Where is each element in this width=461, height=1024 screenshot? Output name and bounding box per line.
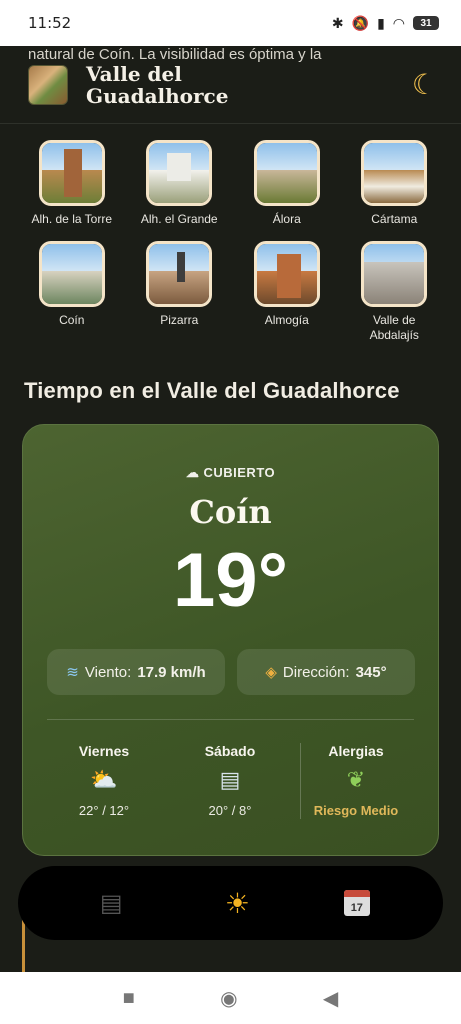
wifi-icon: ◠ <box>392 14 405 31</box>
newspaper-icon[interactable]: ▤ <box>91 889 131 918</box>
town-item[interactable]: Almogía <box>233 241 341 343</box>
article-text: natural de Coín. La visibilidad es óptim… <box>28 46 322 63</box>
sun-cloud-icon: ⛅ <box>90 767 118 792</box>
direction-pill: ◈ Dirección: 345° <box>237 649 415 695</box>
allergy-info: Alergias ❦ Riesgo Medio <box>301 743 411 818</box>
town-thumbnail[interactable] <box>253 241 320 307</box>
app-logo[interactable] <box>28 64 68 105</box>
town-name: Valle de Abdalajís <box>369 313 419 342</box>
town-item[interactable]: Pizarra <box>126 241 234 343</box>
cloud-icon: ☁ <box>185 465 200 480</box>
recents-icon[interactable]: ■ <box>123 987 135 1010</box>
wind-pill: ≋ Viento: 17.9 km/h <box>47 649 225 695</box>
town-name: Alh. el Grande <box>140 212 218 226</box>
signal-icon: ▮ <box>377 14 385 31</box>
town-name: Alh. de la Torre <box>31 212 113 226</box>
status-bar: 11:52 ✱ 🔕 ▮ ◠ 31 <box>0 0 461 46</box>
town-name: Pizarra <box>160 313 199 327</box>
bottom-nav: ▤ ☀ 17 <box>18 866 443 940</box>
app-title: Valle del Guadalhorce <box>86 61 229 108</box>
calendar-icon[interactable]: 17 <box>343 890 370 916</box>
town-thumbnail[interactable] <box>361 140 428 206</box>
weather-condition: ☁ CUBIERTO <box>185 465 276 480</box>
weather-card: ☁ CUBIERTO Coín 19° ≋ Viento: 17.9 km/h … <box>22 424 439 856</box>
home-icon[interactable]: ◉ <box>220 986 237 1011</box>
weather-section-title: Tiempo en el Valle del Guadalhorce <box>24 378 400 403</box>
leaf-icon: ❦ <box>346 767 366 792</box>
town-thumbnail[interactable] <box>253 140 320 206</box>
forecast-day: Viernes ⛅ 22° / 12° <box>49 743 159 818</box>
battery-icon: 31 <box>413 16 439 30</box>
town-thumbnail[interactable] <box>361 241 428 307</box>
forecast-day: Sábado ▤ 20° / 8° <box>175 743 285 818</box>
weather-temperature: 19° <box>173 538 288 623</box>
towns-grid: Alh. de la Torre Alh. el Grande Álora Cá… <box>18 140 448 343</box>
town-item[interactable]: Cártama <box>341 140 449 227</box>
weather-city: Coín <box>189 493 272 531</box>
town-item[interactable]: Álora <box>233 140 341 227</box>
town-name: Coín <box>59 313 85 327</box>
moon-icon[interactable]: ☾ <box>412 68 437 101</box>
system-nav: ■ ◉ ◀ <box>0 972 461 1024</box>
back-icon[interactable]: ◀ <box>323 986 338 1011</box>
allergy-risk: Riesgo Medio <box>313 803 399 818</box>
town-name: Almogía <box>264 313 309 327</box>
fog-icon: ▤ <box>219 767 241 792</box>
town-item[interactable]: Valle de Abdalajís <box>341 241 449 343</box>
status-time: 11:52 <box>28 14 72 32</box>
compass-icon: ◈ <box>265 664 277 681</box>
town-item[interactable]: Coín <box>18 241 126 343</box>
town-name: Cártama <box>371 212 418 226</box>
town-thumbnail[interactable] <box>146 140 213 206</box>
town-thumbnail[interactable] <box>38 241 105 307</box>
bluetooth-icon: ✱ <box>331 14 344 31</box>
mute-icon: 🔕 <box>351 14 370 31</box>
town-item[interactable]: Alh. el Grande <box>126 140 234 227</box>
town-name: Álora <box>272 212 301 226</box>
town-thumbnail[interactable] <box>146 241 213 307</box>
town-item[interactable]: Alh. de la Torre <box>18 140 126 227</box>
town-thumbnail[interactable] <box>38 140 105 206</box>
status-icons: ✱ 🔕 ▮ ◠ 31 <box>332 15 439 32</box>
wind-icon: ≋ <box>66 664 79 681</box>
sun-icon[interactable]: ☀ <box>217 887 257 920</box>
card-divider <box>47 719 414 720</box>
